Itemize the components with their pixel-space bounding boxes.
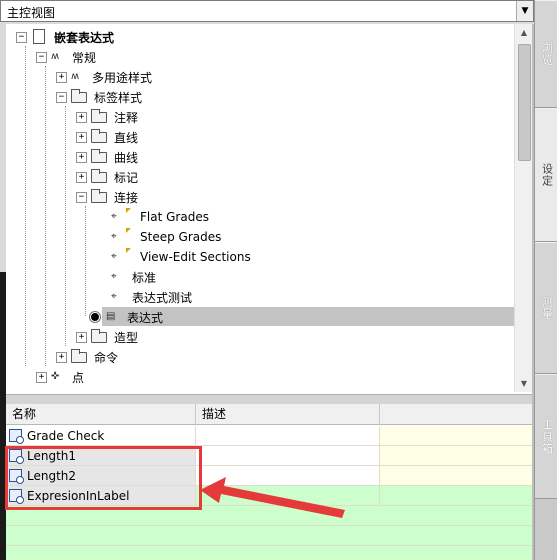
palette-tabs: 浏览 设定 测量 工具箱: [534, 0, 557, 560]
annotation-arrow: [200, 477, 345, 518]
tab-browse[interactable]: 浏览: [535, 0, 557, 108]
tab-settings[interactable]: 设定: [535, 108, 557, 242]
prospector-window: 主控视图 ▼ − 嵌套表达式 − ʍ 常规 + ʍ 多用途样式 − 标签样式 +…: [0, 0, 557, 560]
tab-survey[interactable]: 测量: [535, 242, 557, 374]
tab-toolbox[interactable]: 工具箱: [535, 374, 557, 499]
